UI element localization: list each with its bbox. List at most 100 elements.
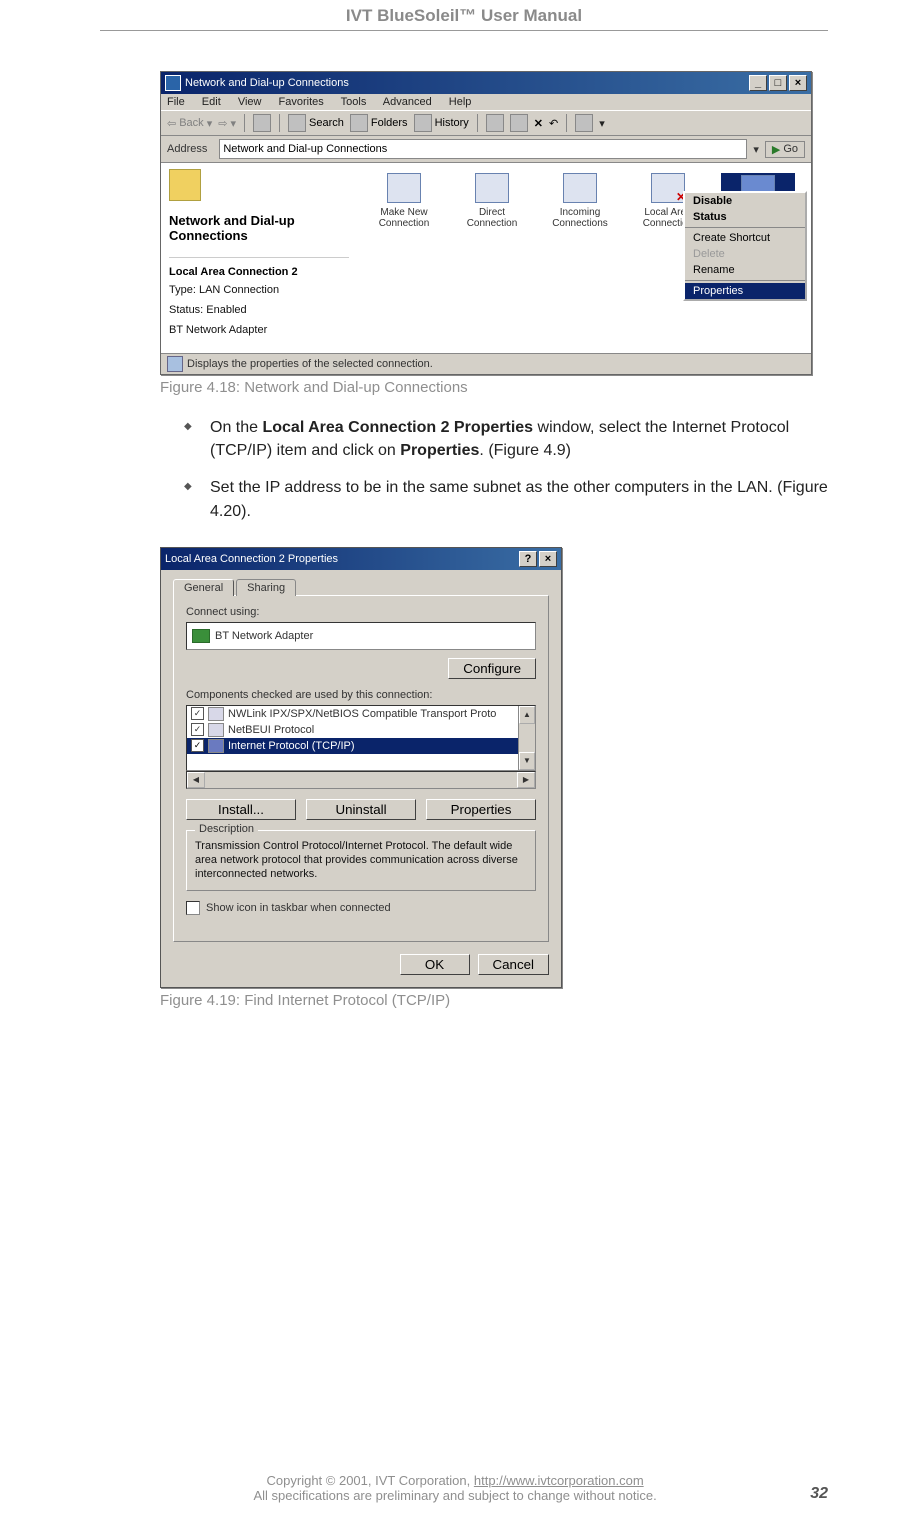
protocol-icon [208, 723, 224, 737]
scroll-down-icon[interactable]: ▼ [519, 752, 535, 770]
cancel-button[interactable]: Cancel [478, 954, 550, 975]
nic-icon [192, 629, 210, 643]
uninstall-button[interactable]: Uninstall [306, 799, 416, 820]
status-info: Status: Enabled [169, 304, 349, 316]
adapter-field: BT Network Adapter [186, 622, 536, 650]
menu-favorites[interactable]: Favorites [279, 96, 324, 108]
conn-make-new[interactable]: Make New Connection [369, 173, 439, 229]
search-button[interactable]: Search [288, 114, 344, 132]
instruction-1: On the Local Area Connection 2 Propertie… [210, 416, 828, 462]
views-chevron[interactable]: ▾ [599, 117, 605, 130]
tab-general[interactable]: General [173, 579, 234, 596]
conn-label: Make New Connection [369, 207, 439, 229]
forward-button[interactable]: ⇨ ▾ [218, 117, 236, 130]
window-network-dialup: Network and Dial-up Connections _ □ × Fi… [160, 71, 812, 375]
menu-advanced[interactable]: Advanced [383, 96, 432, 108]
folders-button[interactable]: Folders [350, 114, 408, 132]
address-input[interactable] [219, 139, 747, 159]
pane-heading: Network and Dial-up Connections [169, 213, 349, 243]
address-label: Address [167, 143, 207, 155]
minimize-button[interactable]: _ [749, 75, 767, 91]
address-bar: Address ▾ ▶Go [161, 136, 811, 163]
components-list[interactable]: ✓ NWLink IPX/SPX/NetBIOS Compatible Tran… [186, 705, 536, 771]
views-icon[interactable] [575, 114, 593, 132]
search-label: Search [309, 117, 344, 129]
ctx-properties[interactable]: Properties [685, 283, 805, 299]
history-button[interactable]: History [414, 114, 469, 132]
conn-icon [387, 173, 421, 203]
moveto-icon[interactable] [486, 114, 504, 132]
conn-icon [651, 173, 685, 203]
ctx-disable[interactable]: Disable [685, 193, 805, 209]
description-title: Description [195, 823, 258, 835]
instruction-2: Set the IP address to be in the same sub… [210, 476, 828, 522]
copyto-icon[interactable] [510, 114, 528, 132]
menu-view[interactable]: View [238, 96, 262, 108]
tab-sharing[interactable]: Sharing [236, 579, 296, 596]
show-icon-label: Show icon in taskbar when connected [206, 902, 391, 914]
corp-link[interactable]: http://www.ivtcorporation.com [474, 1473, 644, 1488]
component-label: Internet Protocol (TCP/IP) [228, 740, 355, 752]
component-netbeui[interactable]: ✓ NetBEUI Protocol [187, 722, 535, 738]
adapter-info: BT Network Adapter [169, 324, 349, 336]
instruction-list: On the Local Area Connection 2 Propertie… [100, 416, 828, 523]
ok-button[interactable]: OK [400, 954, 470, 975]
scroll-left-icon[interactable]: ◀ [187, 772, 205, 788]
back-button[interactable]: ⇦ Back ▾ [167, 117, 212, 130]
hscrollbar[interactable]: ◀ ▶ [186, 771, 536, 789]
conn-label: Incoming Connections [545, 207, 615, 229]
show-icon-checkbox[interactable] [186, 901, 200, 915]
scroll-up-icon[interactable]: ▲ [519, 706, 535, 724]
menu-help[interactable]: Help [449, 96, 472, 108]
undo-icon[interactable]: ↶ [549, 117, 558, 130]
checkbox-icon[interactable]: ✓ [191, 723, 204, 736]
description-text: Transmission Control Protocol/Internet P… [195, 839, 527, 882]
menu-file[interactable]: File [167, 96, 185, 108]
left-pane: Network and Dial-up Connections Local Ar… [161, 163, 357, 353]
selected-name: Local Area Connection 2 [169, 266, 349, 278]
up-icon[interactable] [253, 114, 271, 132]
go-button[interactable]: ▶Go [765, 141, 805, 158]
context-menu: Disable Status Create Shortcut Delete Re… [683, 191, 807, 301]
ctx-status[interactable]: Status [685, 209, 805, 225]
install-button[interactable]: Install... [186, 799, 296, 820]
figure-419: Local Area Connection 2 Properties ? × G… [160, 547, 828, 1009]
menu-tools[interactable]: Tools [341, 96, 367, 108]
component-label: NetBEUI Protocol [228, 724, 314, 736]
help-button[interactable]: ? [519, 551, 537, 567]
ctx-rename[interactable]: Rename [685, 262, 805, 278]
back-label: Back [179, 117, 203, 129]
top-rule [100, 30, 828, 31]
configure-button[interactable]: Configure [448, 658, 536, 679]
close-button[interactable]: × [789, 75, 807, 91]
component-nwlink[interactable]: ✓ NWLink IPX/SPX/NetBIOS Compatible Tran… [187, 706, 535, 722]
page-footer: Copyright © 2001, IVT Corporation, http:… [100, 1473, 828, 1503]
adapter-name: BT Network Adapter [215, 630, 313, 642]
protocol-icon [208, 739, 224, 753]
window-title: Network and Dial-up Connections [185, 77, 349, 89]
text: On the [210, 419, 262, 436]
ctx-shortcut[interactable]: Create Shortcut [685, 230, 805, 246]
folder-icon [169, 169, 201, 201]
delete-icon[interactable]: ✕ [534, 117, 543, 130]
conn-label: Direct Connection [457, 207, 527, 229]
components-label: Components checked are used by this conn… [186, 689, 536, 701]
address-dropdown[interactable]: ▾ [753, 143, 759, 156]
conn-icon [475, 173, 509, 203]
component-tcpip-selected[interactable]: ✓ Internet Protocol (TCP/IP) [187, 738, 535, 754]
close-button[interactable]: × [539, 551, 557, 567]
status-bar: Displays the properties of the selected … [161, 353, 811, 374]
maximize-button[interactable]: □ [769, 75, 787, 91]
properties-button[interactable]: Properties [426, 799, 536, 820]
scroll-right-icon[interactable]: ▶ [517, 772, 535, 788]
checkbox-icon[interactable]: ✓ [191, 739, 204, 752]
menu-edit[interactable]: Edit [202, 96, 221, 108]
connect-using-label: Connect using: [186, 606, 536, 618]
ctx-delete: Delete [685, 246, 805, 262]
conn-direct[interactable]: Direct Connection [457, 173, 527, 229]
dialog-lac2-properties: Local Area Connection 2 Properties ? × G… [160, 547, 562, 988]
go-label: Go [783, 143, 798, 155]
conn-incoming[interactable]: Incoming Connections [545, 173, 615, 229]
checkbox-icon[interactable]: ✓ [191, 707, 204, 720]
vscrollbar[interactable]: ▲ ▼ [518, 706, 535, 770]
